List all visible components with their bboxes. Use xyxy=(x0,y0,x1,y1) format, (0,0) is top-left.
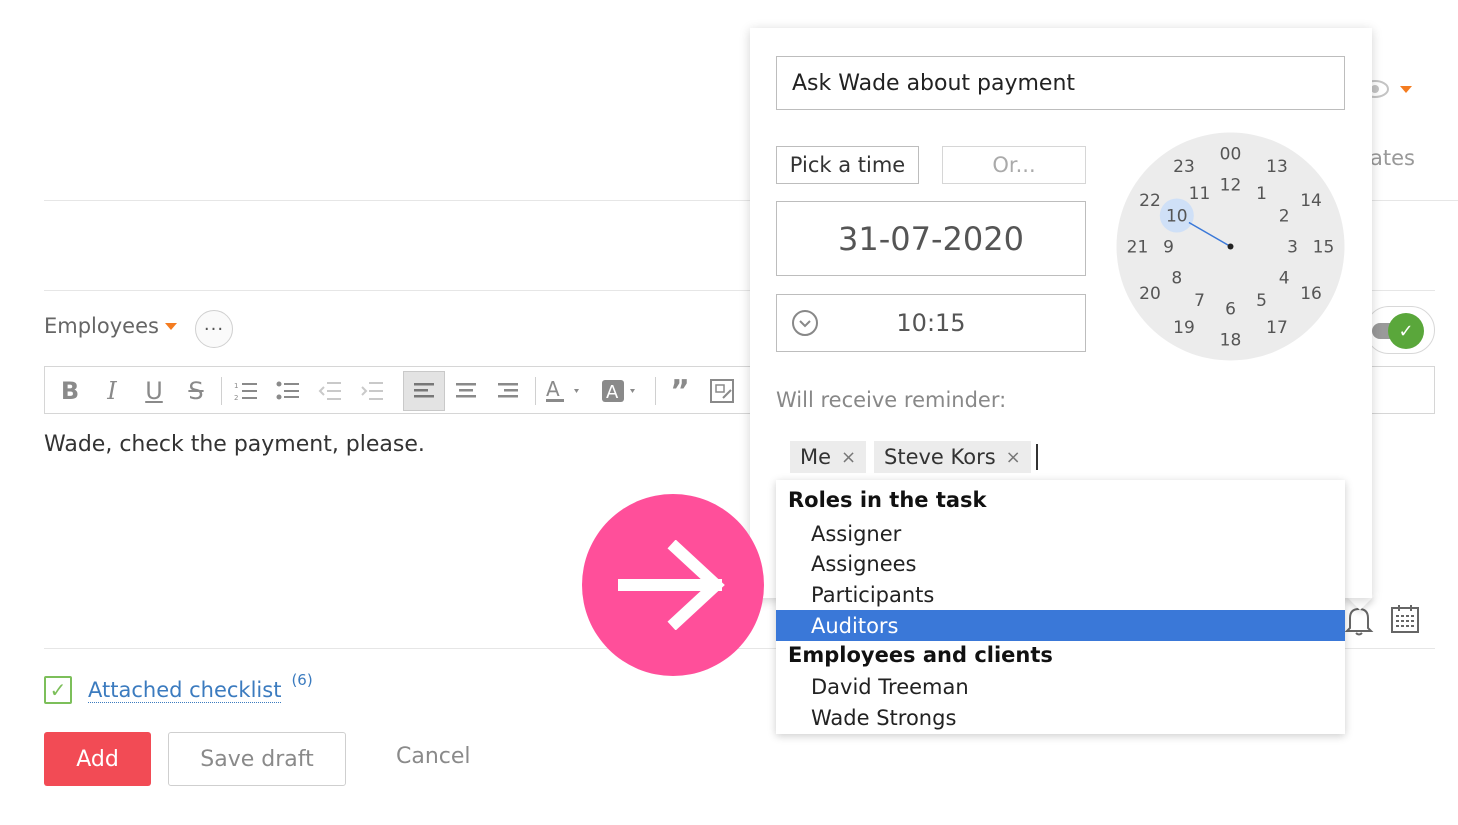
bold-button[interactable]: B xyxy=(53,375,87,407)
italic-button[interactable]: I xyxy=(95,375,129,407)
toolbar-separator xyxy=(655,377,656,405)
svg-text:A: A xyxy=(606,382,619,403)
recipient-dropdown: Roles in the task Assigner Assignees Par… xyxy=(776,480,1345,734)
clock-face[interactable]: 00131415161718192021222312 1234567891011 xyxy=(1116,132,1345,361)
time-field[interactable]: 10:15 xyxy=(776,294,1086,352)
dropdown-group-label: Employees and clients xyxy=(788,643,1053,667)
attached-checklist[interactable]: ✓ Attached checklist (6) xyxy=(44,671,313,704)
clock-number[interactable]: 9 xyxy=(1163,237,1174,257)
align-left-icon[interactable] xyxy=(403,371,445,411)
partial-label: ates xyxy=(1370,146,1415,170)
checklist-link[interactable]: Attached checklist xyxy=(88,678,282,703)
dropdown-item[interactable]: Assignees xyxy=(776,548,1345,579)
toolbar-separator xyxy=(535,377,536,405)
chevron-down-icon xyxy=(164,322,177,330)
date-field[interactable]: 31-07-2020 xyxy=(776,201,1086,276)
reminder-title-input[interactable] xyxy=(776,56,1345,110)
clock-number[interactable]: 15 xyxy=(1313,237,1335,257)
clock-number[interactable]: 10 xyxy=(1166,206,1188,226)
reminder-recipients-label: Will receive reminder: xyxy=(776,388,1007,412)
remove-icon[interactable]: × xyxy=(841,447,856,468)
chevron-down-icon[interactable] xyxy=(1400,86,1412,93)
arrow-right-icon xyxy=(618,540,725,630)
clock-number[interactable]: 3 xyxy=(1287,237,1298,257)
cancel-button[interactable]: Cancel xyxy=(396,744,471,769)
clock-number[interactable]: 19 xyxy=(1173,318,1195,338)
pick-time-button[interactable]: Pick a time xyxy=(776,146,919,184)
numbered-list-icon[interactable]: 12 xyxy=(229,375,263,407)
highlight-color-icon[interactable]: A xyxy=(599,375,645,407)
svg-text:1: 1 xyxy=(234,382,238,390)
employees-dropdown[interactable]: Employees xyxy=(44,314,177,338)
editor-body-text[interactable]: Wade, check the payment, please. xyxy=(44,432,425,457)
bullet-list-icon[interactable] xyxy=(271,375,305,407)
clock-center xyxy=(1227,243,1234,250)
checkbox-icon[interactable]: ✓ xyxy=(44,676,72,704)
insert-template-icon[interactable] xyxy=(705,375,739,407)
clock-number[interactable]: 6 xyxy=(1225,299,1236,319)
recipient-name: Me xyxy=(800,445,832,469)
add-button[interactable]: Add xyxy=(44,732,151,786)
text-caret xyxy=(1036,444,1038,470)
clock-number[interactable]: 8 xyxy=(1171,268,1182,288)
dropdown-item-selected[interactable]: Auditors xyxy=(776,610,1345,641)
more-icon: ··· xyxy=(203,318,225,340)
clock-number[interactable]: 12 xyxy=(1220,175,1242,195)
clock-number[interactable]: 1 xyxy=(1256,184,1267,204)
dropdown-item[interactable]: Assigner xyxy=(776,518,1345,549)
text-color-icon[interactable]: A xyxy=(543,375,589,407)
dropdown-item[interactable]: David Treeman xyxy=(776,671,1345,702)
or-button[interactable]: Or... xyxy=(942,146,1086,184)
quote-button[interactable]: ” xyxy=(663,374,697,409)
employees-label: Employees xyxy=(44,314,159,338)
clock-number[interactable]: 4 xyxy=(1279,268,1290,288)
underline-button[interactable]: U xyxy=(137,375,171,407)
clock-number[interactable]: 7 xyxy=(1194,291,1205,311)
svg-text:2: 2 xyxy=(234,394,238,402)
recipient-tag: Steve Kors × xyxy=(874,441,1031,473)
clock-number[interactable]: 11 xyxy=(1189,184,1211,204)
clock-number[interactable]: 17 xyxy=(1266,318,1288,338)
save-draft-button[interactable]: Save draft xyxy=(168,732,346,786)
clock-number[interactable]: 00 xyxy=(1220,144,1242,164)
svg-text:A: A xyxy=(546,378,560,401)
recipient-tag: Me × xyxy=(790,441,867,473)
arrow-callout xyxy=(582,494,764,676)
outdent-icon[interactable] xyxy=(313,375,347,407)
checklist-count: (6) xyxy=(291,671,313,689)
remove-icon[interactable]: × xyxy=(1006,447,1021,468)
strikethrough-button[interactable]: S xyxy=(179,375,213,407)
recipient-name: Steve Kors xyxy=(884,445,996,469)
clock-number[interactable]: 20 xyxy=(1139,284,1161,304)
clock-number[interactable]: 16 xyxy=(1300,284,1322,304)
more-options-button[interactable]: ··· xyxy=(195,310,233,348)
dropdown-group-label: Roles in the task xyxy=(788,488,987,512)
toolbar-separator xyxy=(221,377,222,405)
clock-number[interactable]: 2 xyxy=(1279,206,1290,226)
indent-icon[interactable] xyxy=(355,375,389,407)
clock-number[interactable]: 21 xyxy=(1127,237,1149,257)
align-center-icon[interactable] xyxy=(449,375,483,407)
toggle-switch[interactable]: ✓ xyxy=(1365,306,1435,354)
align-right-icon[interactable] xyxy=(491,375,525,407)
clock-number[interactable]: 5 xyxy=(1256,291,1267,311)
calendar-icon[interactable] xyxy=(1390,604,1420,634)
check-icon: ✓ xyxy=(1388,313,1424,349)
dropdown-item[interactable]: Wade Strongs xyxy=(776,702,1345,733)
clock-number[interactable]: 23 xyxy=(1173,157,1195,177)
time-value: 10:15 xyxy=(896,309,966,337)
dropdown-item[interactable]: Participants xyxy=(776,579,1345,610)
clock-number[interactable]: 22 xyxy=(1139,191,1161,211)
clock-number[interactable]: 13 xyxy=(1266,157,1288,177)
clock-number[interactable]: 14 xyxy=(1300,191,1322,211)
clock-number[interactable]: 18 xyxy=(1220,330,1242,350)
